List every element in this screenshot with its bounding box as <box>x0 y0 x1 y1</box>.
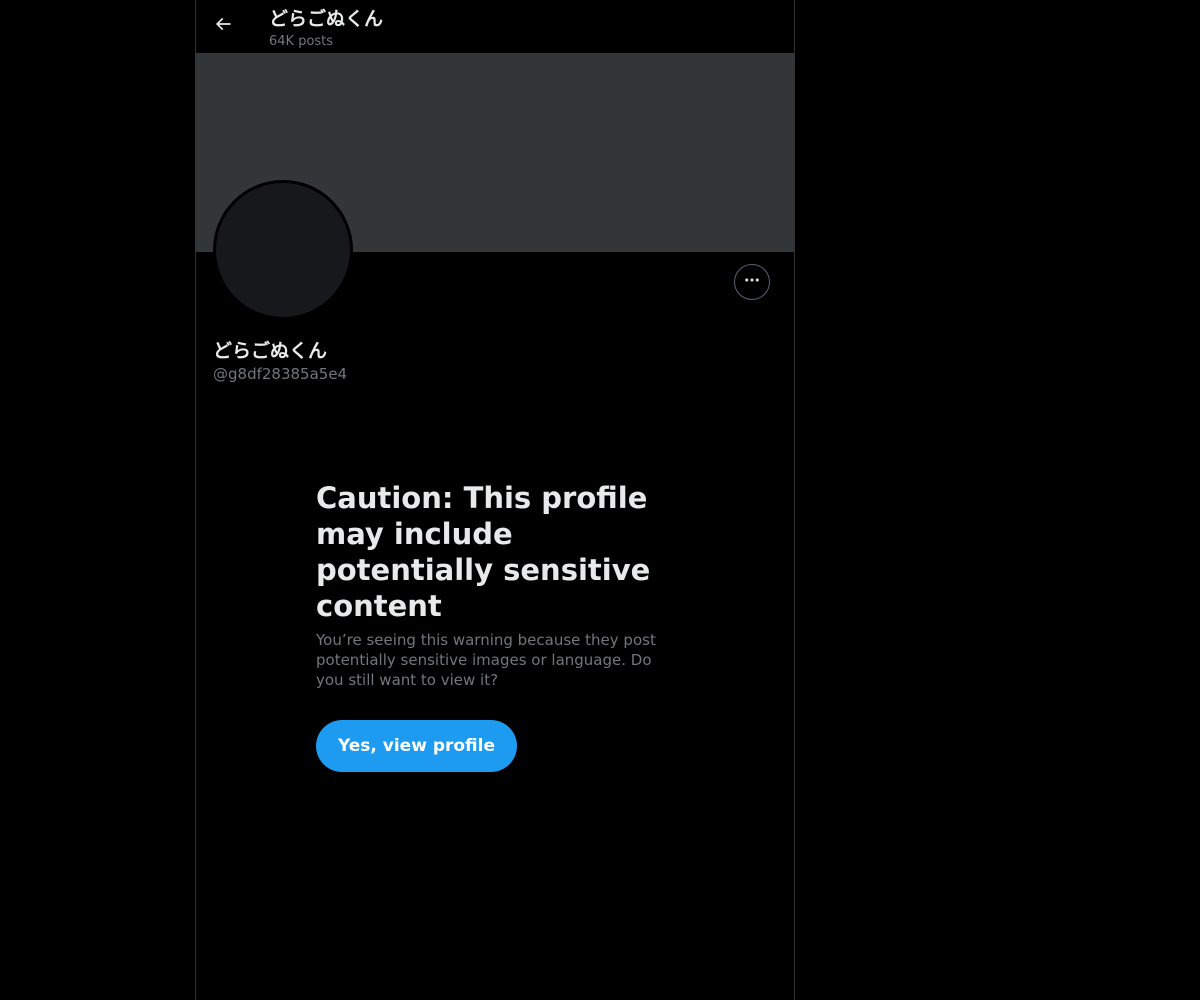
sensitive-content-warning: Caution: This profile may include potent… <box>316 480 661 690</box>
ellipsis-icon <box>743 271 761 293</box>
avatar[interactable] <box>213 180 353 320</box>
profile-handle: @g8df28385a5e4 <box>213 365 348 383</box>
warning-title: Caution: This profile may include potent… <box>316 481 651 623</box>
header-posts-count: 64K posts <box>269 34 334 49</box>
arrow-left-icon <box>213 14 233 38</box>
header-profile-name: どらごぬくん <box>269 8 384 30</box>
profile-header-bar: どらごぬくん 64K posts <box>196 0 794 53</box>
more-options-button[interactable] <box>734 264 770 300</box>
warning-description: You’re seeing this warning because they … <box>316 631 656 689</box>
profile-name: どらごぬくん <box>213 340 328 362</box>
back-button[interactable] <box>208 11 238 41</box>
view-profile-button[interactable]: Yes, view profile <box>316 720 517 772</box>
profile-column: どらごぬくん 64K posts どらごぬくん @g8df28385a5e4 C… <box>195 0 795 1000</box>
